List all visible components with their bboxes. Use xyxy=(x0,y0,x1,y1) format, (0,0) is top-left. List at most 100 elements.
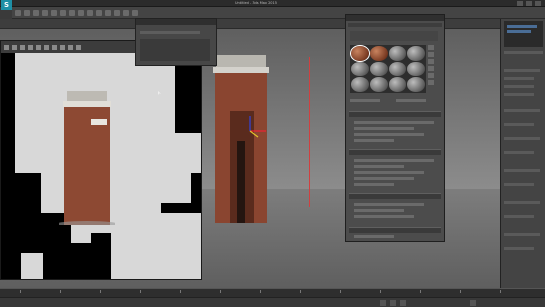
render-toolbar-icon[interactable] xyxy=(20,44,25,50)
selection-bracket xyxy=(300,57,310,207)
toolbar-button[interactable] xyxy=(15,9,21,16)
side-tool-icon[interactable] xyxy=(428,52,434,57)
side-tool-icon[interactable] xyxy=(428,80,434,85)
render-toolbar-icon[interactable] xyxy=(60,44,65,50)
panel-row[interactable] xyxy=(504,183,534,186)
dialog-field[interactable] xyxy=(140,31,200,34)
render-toolbar-icon[interactable] xyxy=(52,44,57,50)
side-tool-icon[interactable] xyxy=(428,59,434,64)
panel-row[interactable] xyxy=(504,123,534,126)
material-sphere[interactable] xyxy=(351,77,369,92)
material-editor-menu[interactable] xyxy=(348,23,442,27)
dialog-list[interactable] xyxy=(140,39,210,61)
toolbar-button[interactable] xyxy=(33,9,39,16)
render-toolbar-icon[interactable] xyxy=(28,44,33,50)
play-icon[interactable] xyxy=(380,300,386,306)
minimize-icon[interactable] xyxy=(517,1,523,6)
toolbar-button[interactable] xyxy=(51,9,57,16)
panel-row[interactable] xyxy=(504,77,534,80)
parameter-field[interactable] xyxy=(354,203,424,206)
parameter-field[interactable] xyxy=(354,159,434,162)
parameter-field[interactable] xyxy=(354,183,394,186)
panel-row[interactable] xyxy=(504,109,540,112)
panel-row[interactable] xyxy=(504,85,534,88)
close-icon[interactable] xyxy=(535,1,541,6)
render-toolbar-icon[interactable] xyxy=(36,44,41,50)
render-toolbar-icon[interactable] xyxy=(76,44,81,50)
material-sphere[interactable] xyxy=(369,46,388,61)
material-sphere[interactable] xyxy=(350,45,370,62)
rendered-tower-drawing xyxy=(53,91,121,229)
render-toolbar-icon[interactable] xyxy=(44,44,49,50)
panel-row[interactable] xyxy=(504,137,540,140)
material-sphere[interactable] xyxy=(369,77,388,92)
render-toolbar-icon[interactable] xyxy=(12,44,17,50)
panel-row[interactable] xyxy=(504,169,540,172)
render-toolbar-icon[interactable] xyxy=(68,44,73,50)
toolbar-button[interactable] xyxy=(123,9,129,16)
panel-row[interactable] xyxy=(504,151,534,154)
rollout-header[interactable] xyxy=(349,227,441,233)
toolbar-button[interactable] xyxy=(132,9,138,16)
parameter-field[interactable] xyxy=(354,215,414,218)
parameter-field[interactable] xyxy=(354,165,404,168)
toolbar-button[interactable] xyxy=(87,9,93,16)
sample-slots xyxy=(350,45,426,93)
panel-row[interactable] xyxy=(504,93,534,96)
parameter-field[interactable] xyxy=(354,177,414,180)
timeline-tick xyxy=(20,290,21,293)
scene-explorer[interactable] xyxy=(504,21,543,47)
panel-row[interactable] xyxy=(504,69,540,72)
material-editor[interactable] xyxy=(345,14,445,242)
material-type-button[interactable] xyxy=(396,99,426,102)
rollout-header[interactable] xyxy=(349,193,441,199)
panel-row[interactable] xyxy=(504,215,534,218)
parameter-field[interactable] xyxy=(354,235,394,238)
material-name-field[interactable] xyxy=(350,99,380,102)
timeline-tick xyxy=(100,290,101,293)
panel-row[interactable] xyxy=(504,201,540,204)
step-icon[interactable] xyxy=(400,300,406,306)
panel-row[interactable] xyxy=(504,247,534,250)
toolbar-button[interactable] xyxy=(60,9,66,16)
parameter-field[interactable] xyxy=(354,127,414,130)
toolbar-button[interactable] xyxy=(24,9,30,16)
material-sphere[interactable] xyxy=(407,77,425,92)
material-sphere[interactable] xyxy=(369,61,388,77)
timeline[interactable] xyxy=(0,288,545,297)
toolbar-button[interactable] xyxy=(42,9,48,16)
render-bucket xyxy=(71,223,91,243)
material-sphere[interactable] xyxy=(388,61,407,77)
toolbar-button[interactable] xyxy=(96,9,102,16)
maximize-icon[interactable] xyxy=(526,1,532,6)
tower-model[interactable] xyxy=(210,51,272,223)
small-dialog[interactable] xyxy=(135,18,217,66)
side-tool-icon[interactable] xyxy=(428,66,434,71)
toolbar-button[interactable] xyxy=(105,9,111,16)
panel-row[interactable] xyxy=(504,51,543,54)
parameter-field[interactable] xyxy=(354,139,394,142)
parameter-field[interactable] xyxy=(354,171,424,174)
toolbar-button[interactable] xyxy=(69,9,75,16)
toolbar-button[interactable] xyxy=(114,9,120,16)
rollout-header[interactable] xyxy=(349,149,441,155)
key-mode-icon[interactable] xyxy=(470,300,476,306)
material-sphere[interactable] xyxy=(407,46,425,61)
material-sphere[interactable] xyxy=(388,77,407,92)
parameter-field[interactable] xyxy=(354,133,424,136)
side-tool-icon[interactable] xyxy=(428,73,434,78)
render-toolbar-icon[interactable] xyxy=(4,44,9,50)
parameter-field[interactable] xyxy=(354,121,434,124)
panel-row[interactable] xyxy=(504,233,540,236)
rollout-header[interactable] xyxy=(349,111,441,117)
rendered-frame-window[interactable] xyxy=(0,40,202,280)
side-tool-icon[interactable] xyxy=(428,45,434,50)
material-sphere[interactable] xyxy=(407,61,425,77)
step-icon[interactable] xyxy=(390,300,396,306)
material-sphere[interactable] xyxy=(388,46,407,61)
app-icon[interactable]: S xyxy=(1,0,12,10)
material-sphere[interactable] xyxy=(351,61,369,77)
timeline-tick xyxy=(420,290,421,293)
parameter-field[interactable] xyxy=(354,209,404,212)
toolbar-button[interactable] xyxy=(78,9,84,16)
